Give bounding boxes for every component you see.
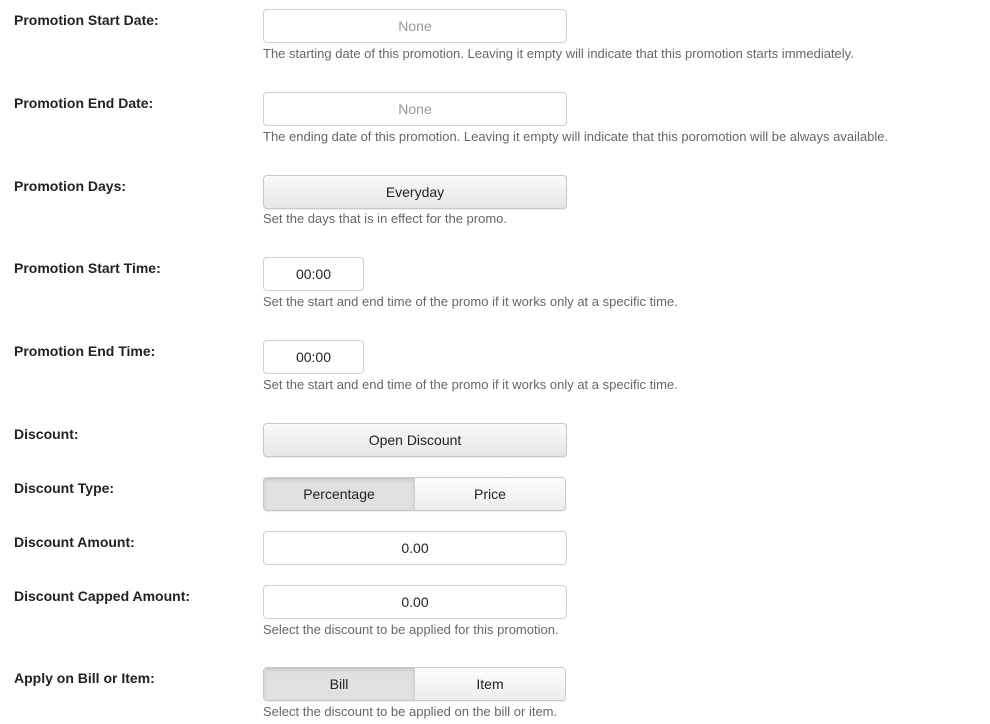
discount-capped-label: Discount Capped Amount: xyxy=(14,588,191,604)
end-date-help: The ending date of this promotion. Leavi… xyxy=(263,129,889,144)
discount-type-label: Discount Type: xyxy=(14,480,115,496)
discount-type-percentage[interactable]: Percentage xyxy=(264,478,415,510)
start-time-label: Promotion Start Time: xyxy=(14,260,161,276)
discount-amount-input[interactable]: 0.00 xyxy=(263,531,567,565)
end-time-help: Set the start and end time of the promo … xyxy=(263,377,678,392)
start-date-help: The starting date of this promotion. Lea… xyxy=(263,46,854,61)
end-date-label: Promotion End Date: xyxy=(14,95,154,111)
days-label: Promotion Days: xyxy=(14,178,127,194)
discount-capped-input[interactable]: 0.00 xyxy=(263,585,567,619)
discount-capped-help: Select the discount to be applied for th… xyxy=(263,622,559,637)
discount-amount-label: Discount Amount: xyxy=(14,534,135,550)
discount-button[interactable]: Open Discount xyxy=(263,423,567,457)
discount-type-price[interactable]: Price xyxy=(415,478,565,510)
start-date-label: Promotion Start Date: xyxy=(14,12,159,28)
days-button[interactable]: Everyday xyxy=(263,175,567,209)
apply-on-help: Select the discount to be applied on the… xyxy=(263,704,558,719)
end-time-input[interactable]: 00:00 xyxy=(263,340,364,374)
start-time-help: Set the start and end time of the promo … xyxy=(263,294,678,309)
discount-label: Discount: xyxy=(14,426,79,442)
start-date-input[interactable]: None xyxy=(263,9,567,43)
end-time-label: Promotion End Time: xyxy=(14,343,156,359)
days-help: Set the days that is in effect for the p… xyxy=(263,211,508,226)
apply-on-item[interactable]: Item xyxy=(415,668,565,700)
apply-on-bill[interactable]: Bill xyxy=(264,668,415,700)
discount-type-toggle: Percentage Price xyxy=(263,477,566,511)
apply-on-toggle: Bill Item xyxy=(263,667,566,701)
start-time-input[interactable]: 00:00 xyxy=(263,257,364,291)
apply-on-label: Apply on Bill or Item: xyxy=(14,670,155,686)
end-date-input[interactable]: None xyxy=(263,92,567,126)
